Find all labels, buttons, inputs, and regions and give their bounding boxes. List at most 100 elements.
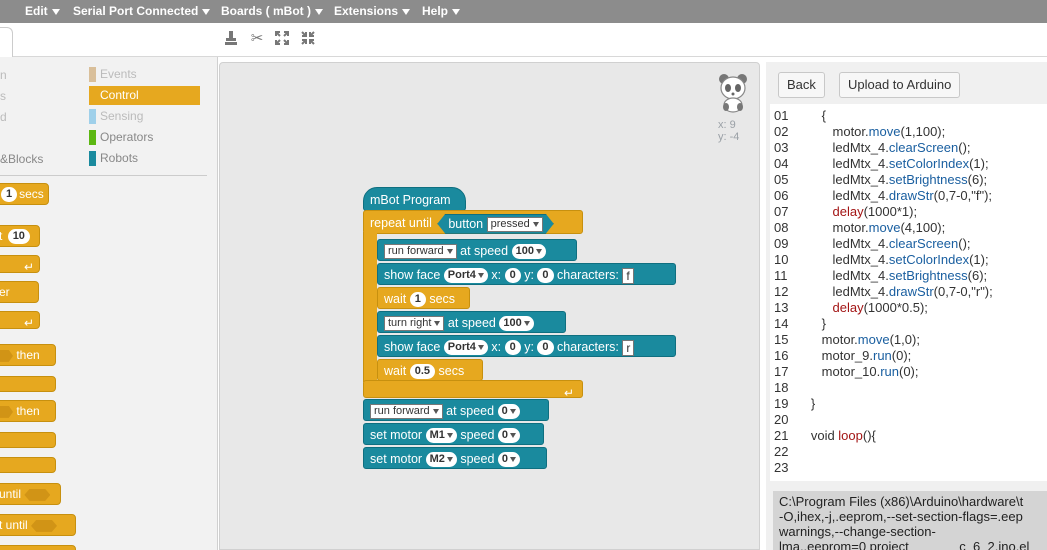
button-state-dropdown[interactable]: pressed (487, 217, 543, 232)
port-dropdown[interactable]: Port4 (443, 340, 488, 356)
wait-block[interactable]: wait 0.5 secs (377, 359, 483, 381)
palette-block-forever-end[interactable]: ↵ (0, 311, 40, 330)
x-input[interactable]: 0 (504, 268, 521, 284)
speed-dropdown[interactable]: 100 (499, 316, 534, 332)
repeat-until-header[interactable]: repeat until button pressed (363, 210, 583, 234)
y-input[interactable]: 0 (537, 340, 554, 356)
chevron-down-icon (477, 344, 484, 350)
motor-dropdown[interactable]: M2 (425, 452, 457, 468)
set-motor-m1-block[interactable]: set motor M1 speed 0 (363, 423, 544, 445)
palette-block-else[interactable] (0, 432, 56, 448)
mbot-program-hat-block[interactable]: mBot Program (363, 187, 466, 211)
port-dropdown[interactable]: Port4 (443, 268, 488, 284)
palette-block-partial[interactable] (0, 545, 76, 550)
chevron-down-icon (315, 8, 323, 15)
stamp-icon[interactable] (222, 30, 240, 48)
chevron-down-icon (434, 320, 441, 326)
grow-icon[interactable] (273, 30, 291, 48)
palette-block-repeat[interactable]: t 10 (0, 225, 40, 247)
line-number: 16 (774, 348, 789, 363)
button-pressed-condition[interactable]: button pressed (437, 214, 553, 234)
y-input[interactable]: 0 (537, 268, 554, 284)
category-events[interactable]: Events (89, 65, 200, 84)
category-operators[interactable]: Operators (89, 128, 200, 147)
code-text: ledMtx_4.drawStr(0,7-0,"f"); (800, 188, 993, 203)
line-number: 07 (774, 204, 789, 219)
wait-block[interactable]: wait 1 secs (377, 287, 470, 309)
scripts-tab[interactable] (0, 27, 13, 57)
code-text: ledMtx_4.setBrightness(6); (800, 172, 988, 187)
code-text: motor.move(1,0); (800, 332, 920, 347)
category-sensing[interactable]: Sensing (89, 107, 200, 126)
line-number: 22 (774, 444, 789, 459)
x-input[interactable]: 0 (504, 340, 521, 356)
code-text: ledMtx_4.setBrightness(6); (800, 268, 988, 283)
line-number: 09 (774, 236, 789, 251)
show-face-block[interactable]: show face Port4 x: 0 y: 0 characters: f (377, 263, 676, 285)
turn-right-block[interactable]: turn right at speed 100 (377, 311, 566, 333)
palette-block-else-end[interactable] (0, 457, 56, 473)
chevron-down-icon (402, 8, 411, 15)
repeat-until-footer[interactable]: ↵ (363, 380, 583, 400)
palette-fragment: d (0, 110, 7, 124)
palette-block-wait[interactable]: 1 secs (0, 183, 49, 205)
menu-boards[interactable]: Boards ( mBot ) (221, 0, 323, 23)
palette-block-if-else[interactable]: then (0, 400, 56, 422)
toolbar: ✂ (0, 23, 1047, 57)
wait-seconds-input[interactable]: 1 (409, 292, 426, 308)
back-button[interactable]: Back (778, 72, 825, 98)
sprite-coordinates: x: 9 y: -4 (718, 119, 740, 143)
code-text: ledMtx_4.setColorIndex(1); (800, 252, 989, 267)
line-number: 21 (774, 428, 789, 443)
line-number: 12 (774, 284, 789, 299)
script-area[interactable]: x: 9 y: -4 mBot Program repeat until but… (219, 62, 760, 550)
scissors-icon[interactable]: ✂ (248, 30, 266, 48)
line-number: 10 (774, 252, 789, 267)
return-arrow-icon: ↵ (23, 316, 34, 330)
menu-edit[interactable]: Edit (25, 0, 60, 23)
chevron-down-icon (432, 408, 439, 414)
line-number: 06 (774, 188, 789, 203)
characters-input[interactable]: r (622, 339, 635, 356)
line-number: 13 (774, 300, 789, 315)
shrink-icon[interactable] (299, 30, 317, 48)
palette-fragment: s (0, 89, 6, 103)
palette-block-repeat-end[interactable]: ↵ (0, 255, 40, 274)
menu-extensions[interactable]: Extensions (334, 0, 411, 23)
direction-dropdown[interactable]: run forward (384, 244, 457, 260)
palette-block-repeat-until[interactable]: t until (0, 514, 76, 536)
characters-input[interactable]: f (622, 267, 634, 284)
show-face-block[interactable]: show face Port4 x: 0 y: 0 characters: r (377, 335, 676, 357)
code-text: motor_10.run(0); (800, 364, 919, 379)
palette-block-if-then[interactable]: then (0, 344, 56, 366)
speed-dropdown[interactable]: 0 (497, 404, 520, 420)
run-forward-block[interactable]: run forward at speed 0 (363, 399, 549, 421)
upload-to-arduino-button[interactable]: Upload to Arduino (839, 72, 961, 98)
wait-seconds-input[interactable]: 0.5 (409, 364, 436, 380)
chevron-down-icon (509, 408, 516, 414)
chevron-down-icon (510, 432, 517, 438)
category-control[interactable]: Control (89, 86, 200, 105)
line-number: 05 (774, 172, 789, 187)
direction-dropdown[interactable]: run forward (370, 404, 443, 420)
motor-dropdown[interactable]: M1 (425, 428, 457, 444)
menu-serial-port[interactable]: Serial Port Connected (73, 0, 211, 23)
palette-block-forever[interactable]: er (0, 281, 39, 303)
code-text: ledMtx_4.clearScreen(); (800, 236, 971, 251)
speed-dropdown[interactable]: 0 (497, 452, 521, 468)
set-motor-m2-block[interactable]: set motor M2 speed 0 (363, 447, 547, 469)
menu-help[interactable]: Help (422, 0, 461, 23)
palette-block-if-end[interactable] (0, 376, 56, 392)
speed-dropdown[interactable]: 0 (497, 428, 521, 444)
line-number: 02 (774, 124, 789, 139)
chevron-down-icon (446, 432, 453, 438)
direction-dropdown[interactable]: turn right (384, 316, 445, 332)
code-editor[interactable]: 01 {02 motor.move(1,100); 03 ledMtx_4.cle… (770, 104, 1047, 481)
chevron-down-icon (446, 248, 453, 254)
palette-block-wait-until[interactable]: until (0, 483, 61, 505)
category-robots[interactable]: Robots (89, 149, 200, 168)
speed-dropdown[interactable]: 100 (511, 244, 546, 260)
code-text: delay(1000*1); (832, 204, 918, 219)
run-forward-block[interactable]: run forward at speed 100 (377, 239, 577, 261)
repeat-until-arm (363, 232, 377, 382)
